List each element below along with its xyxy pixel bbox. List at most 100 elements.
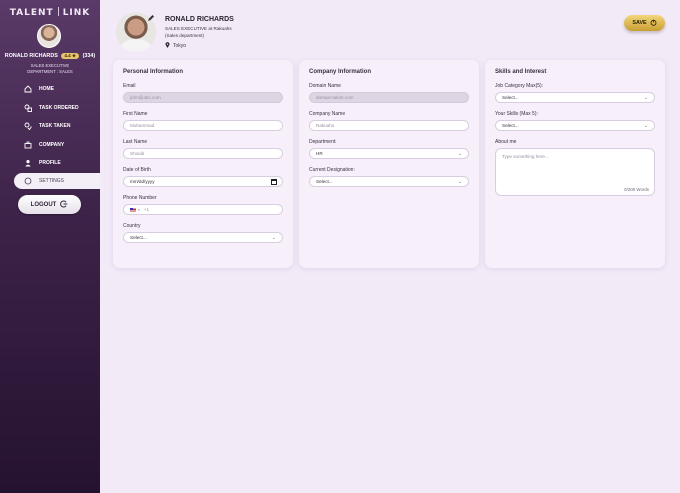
first-name-field[interactable]: Muhammad bbox=[123, 120, 283, 131]
country-label: Country bbox=[123, 223, 141, 229]
skills-value: Select... bbox=[502, 123, 519, 128]
sidebar-nav: HOME TASK ORDERED TASK TAKEN COMPANY PRO… bbox=[0, 80, 100, 189]
department-select[interactable]: HR ⌄ bbox=[309, 148, 469, 159]
profile-role: SALES EXECUTIVE at Rakuahs bbox=[165, 26, 232, 31]
sidebar-item-task-taken[interactable]: TASK TAKEN bbox=[0, 117, 100, 136]
dob-label: Date of Birth bbox=[123, 167, 151, 173]
dob-group: Date of Birth mm/dd/yyyy bbox=[123, 167, 283, 187]
sidebar-item-profile[interactable]: PROFILE bbox=[0, 154, 100, 173]
chevron-down-icon: ⌄ bbox=[643, 95, 648, 101]
profile-name: RONALD RICHARDS bbox=[165, 16, 234, 23]
phone-group: Phone Number ▾ +1 bbox=[123, 195, 283, 215]
chevron-down-icon: ⌄ bbox=[457, 179, 462, 185]
skills-select[interactable]: Select... ⌄ bbox=[495, 120, 655, 131]
about-label: About me bbox=[495, 139, 517, 145]
us-flag-icon[interactable] bbox=[130, 207, 136, 212]
about-textarea[interactable]: Type something here... 0/200 Words bbox=[495, 148, 655, 196]
profile-location-text: Tokyo bbox=[173, 43, 187, 49]
edit-photo-icon[interactable] bbox=[147, 14, 155, 24]
department-value: HR bbox=[316, 151, 323, 156]
company-icon bbox=[24, 141, 32, 149]
email-field[interactable]: john@abc.com bbox=[123, 92, 283, 103]
company-name-value: Rakuahs bbox=[316, 123, 335, 128]
app-logo[interactable]: TALENT LINK bbox=[0, 7, 100, 18]
sidebar-item-task-ordered[interactable]: TASK ORDERED bbox=[0, 99, 100, 118]
personal-info-card: Personal Information Email john@abc.com … bbox=[113, 60, 293, 268]
phone-value: +1 bbox=[143, 207, 150, 212]
skills-card: Skills and Interest Job Category Max(5):… bbox=[485, 60, 665, 268]
about-group: About me Type something here... 0/200 Wo… bbox=[495, 139, 655, 196]
sidebar-item-settings[interactable]: SETTINGS bbox=[14, 172, 100, 189]
last-name-value: Shoaib bbox=[130, 151, 145, 156]
last-name-field[interactable]: Shoaib bbox=[123, 148, 283, 159]
dob-field[interactable]: mm/dd/yyyy bbox=[123, 176, 283, 187]
skills-group: Your Skills (Max 5): Select... ⌄ bbox=[495, 111, 655, 131]
personal-info-title: Personal Information bbox=[123, 69, 184, 75]
job-category-label: Job Category Max(5): bbox=[495, 83, 544, 89]
sidebar-department-line: DEPARTMENT : SALES bbox=[27, 69, 73, 74]
email-group: Email john@abc.com bbox=[123, 83, 283, 103]
domain-label: Domain Name bbox=[309, 83, 341, 89]
country-select[interactable]: Select... ⌄ bbox=[123, 232, 283, 243]
task-ordered-icon bbox=[24, 104, 32, 112]
logout-icon bbox=[60, 200, 68, 210]
domain-field[interactable]: domain.talent.com bbox=[309, 92, 469, 103]
calendar-icon[interactable] bbox=[271, 178, 277, 185]
word-count: 0/200 Words bbox=[624, 187, 649, 192]
sidebar-user-name: RONALD RICHARDS bbox=[4, 53, 58, 59]
job-category-value: Select... bbox=[502, 95, 519, 100]
job-category-group: Job Category Max(5): Select... ⌄ bbox=[495, 83, 655, 103]
company-name-group: Company Name Rakuahs bbox=[309, 111, 469, 131]
logo-text-right: LINK bbox=[62, 8, 91, 18]
job-category-select[interactable]: Select... ⌄ bbox=[495, 92, 655, 103]
sidebar-item-label: HOME bbox=[39, 86, 54, 93]
first-name-group: First Name Muhammad bbox=[123, 111, 283, 131]
designation-label: Current Designation: bbox=[309, 167, 355, 173]
sidebar-item-label: TASK TAKEN bbox=[39, 123, 71, 130]
home-icon bbox=[24, 85, 32, 93]
phone-field[interactable]: ▾ +1 bbox=[123, 204, 283, 215]
dob-placeholder: mm/dd/yyyy bbox=[130, 179, 155, 184]
task-taken-icon bbox=[24, 122, 32, 131]
sidebar: TALENT LINK RONALD RICHARDS 4.4 ★ (334) S… bbox=[0, 0, 100, 493]
logout-label: LOGOUT bbox=[30, 201, 57, 208]
designation-value: Select... bbox=[316, 179, 333, 184]
logo-text-left: TALENT bbox=[9, 8, 54, 18]
department-group: Department: HR ⌄ bbox=[309, 139, 469, 159]
company-info-card: Company Information Domain Name domain.t… bbox=[299, 60, 479, 268]
company-name-label: Company Name bbox=[309, 111, 346, 117]
sidebar-item-label: PROFILE bbox=[39, 160, 61, 167]
chevron-down-icon: ⌄ bbox=[271, 235, 276, 241]
rating-badge: 4.4 ★ bbox=[61, 53, 80, 59]
first-name-value: Muhammad bbox=[130, 123, 155, 128]
skills-title: Skills and Interest bbox=[495, 69, 547, 75]
domain-value: domain.talent.com bbox=[316, 95, 354, 100]
email-value: john@abc.com bbox=[130, 95, 161, 100]
settings-icon bbox=[24, 177, 32, 185]
sidebar-item-label: SETTINGS bbox=[39, 177, 65, 184]
chevron-down-icon: ⌄ bbox=[643, 123, 648, 129]
skills-label: Your Skills (Max 5): bbox=[495, 111, 538, 117]
sidebar-user-row: RONALD RICHARDS 4.4 ★ (334) bbox=[0, 53, 100, 59]
sidebar-avatar[interactable] bbox=[37, 24, 61, 48]
department-label: Department: bbox=[309, 139, 337, 145]
sidebar-item-label: TASK ORDERED bbox=[39, 104, 79, 111]
save-button[interactable]: SAVE bbox=[624, 15, 665, 31]
email-label: Email bbox=[123, 83, 136, 89]
sidebar-item-home[interactable]: HOME bbox=[0, 80, 100, 99]
country-value: Select... bbox=[130, 235, 147, 240]
location-pin-icon bbox=[165, 42, 170, 50]
first-name-label: First Name bbox=[123, 111, 148, 117]
last-name-group: Last Name Shoaib bbox=[123, 139, 283, 159]
profile-icon bbox=[24, 159, 32, 167]
country-code-chevron-icon[interactable]: ▾ bbox=[138, 208, 140, 212]
sidebar-user-role: SALES EXECUTIVE DEPARTMENT : SALES bbox=[0, 63, 100, 75]
company-name-field[interactable]: Rakuahs bbox=[309, 120, 469, 131]
domain-group: Domain Name domain.talent.com bbox=[309, 83, 469, 103]
designation-select[interactable]: Select... ⌄ bbox=[309, 176, 469, 187]
last-name-label: Last Name bbox=[123, 139, 148, 145]
logout-button[interactable]: LOGOUT bbox=[18, 195, 81, 214]
save-label: SAVE bbox=[632, 20, 647, 26]
designation-group: Current Designation: Select... ⌄ bbox=[309, 167, 469, 187]
sidebar-item-company[interactable]: COMPANY bbox=[0, 136, 100, 155]
